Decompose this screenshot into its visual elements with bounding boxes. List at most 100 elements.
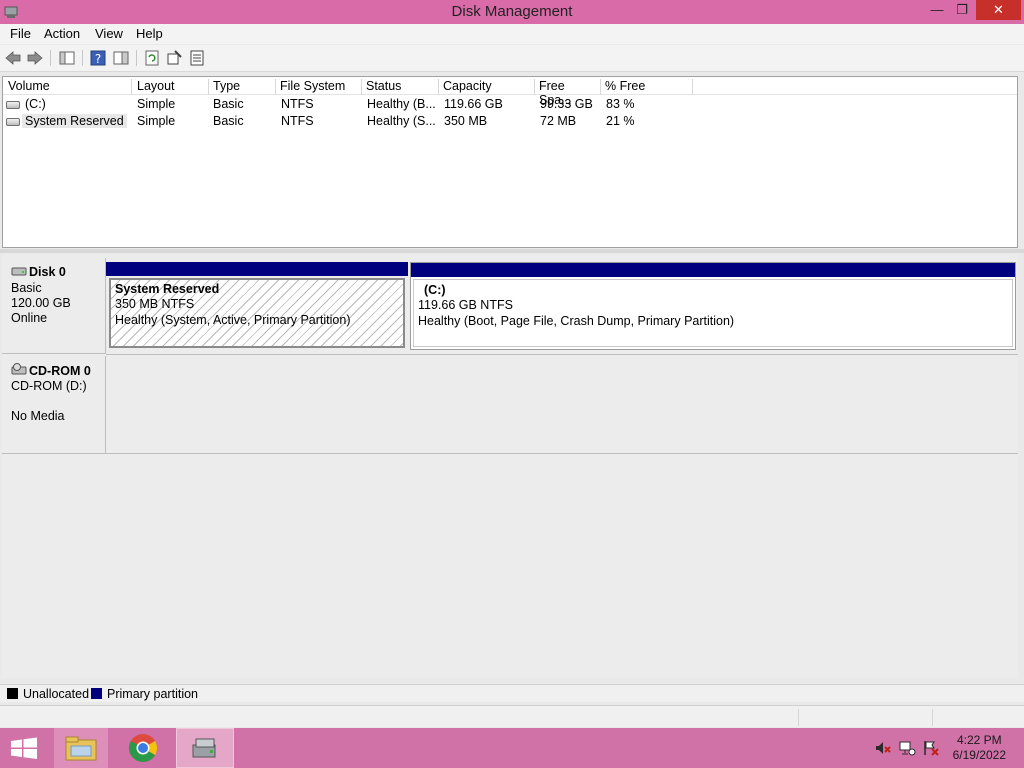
window-title: Disk Management bbox=[451, 3, 573, 20]
status-bar-panel bbox=[798, 709, 932, 726]
volume-row[interactable]: System Reserved Simple Basic NTFS Health… bbox=[3, 113, 1017, 130]
clock-time: 4:22 PM bbox=[956, 733, 1002, 747]
column-header-type[interactable]: Type bbox=[209, 79, 276, 95]
legend-primary-partition: Primary partition bbox=[107, 687, 198, 701]
clock-date: 6/19/2022 bbox=[952, 748, 1006, 762]
menu-file[interactable]: File bbox=[10, 26, 31, 41]
refresh-icon[interactable] bbox=[143, 49, 161, 67]
volume-list: Volume Layout Type File System Status Ca… bbox=[2, 76, 1018, 248]
folder-icon bbox=[65, 736, 97, 761]
volume-status: Healthy (B... bbox=[367, 97, 436, 111]
volume-name: (C:) bbox=[25, 97, 46, 111]
primary-partition-bar bbox=[411, 263, 1015, 277]
column-header-status[interactable]: Status bbox=[362, 79, 439, 95]
restore-button[interactable]: ❐ bbox=[950, 0, 974, 20]
disk-type: CD-ROM (D:) bbox=[11, 379, 87, 393]
partition-status: Healthy (Boot, Page File, Crash Dump, Pr… bbox=[418, 314, 735, 328]
volume-layout: Simple bbox=[137, 97, 176, 111]
chrome-icon bbox=[129, 734, 157, 762]
menu-action[interactable]: Action bbox=[44, 26, 80, 41]
column-header-volume[interactable]: Volume bbox=[4, 79, 132, 95]
menu-help[interactable]: Help bbox=[136, 26, 163, 41]
taskbar-clock[interactable]: 4:22 PM 6/19/2022 bbox=[953, 733, 1006, 763]
partition-status: Healthy (System, Active, Primary Partiti… bbox=[115, 313, 351, 327]
partition-system-reserved[interactable]: System Reserved 350 MB NTFS Healthy (Sys… bbox=[106, 262, 408, 350]
partition-body: (C:) 119.66 GB NTFS Healthy (Boot, Page … bbox=[413, 279, 1013, 347]
export-list-icon[interactable] bbox=[188, 49, 206, 67]
primary-partition-bar bbox=[106, 262, 408, 276]
disk-size: 120.00 GB bbox=[11, 296, 71, 310]
column-header-capacity[interactable]: Capacity bbox=[439, 79, 535, 95]
forward-arrow-icon[interactable] bbox=[26, 49, 44, 67]
disk-name: CD-ROM 0 bbox=[29, 364, 91, 378]
volume-capacity: 119.66 GB bbox=[444, 97, 503, 111]
volume-free-space: 99.33 GB bbox=[540, 97, 593, 111]
action-center-flag-icon[interactable] bbox=[922, 740, 940, 756]
column-header-layout[interactable]: Layout bbox=[133, 79, 209, 95]
status-bar-panel bbox=[932, 709, 1022, 726]
status-bar bbox=[0, 705, 1024, 727]
menu-bar: File Action View Help bbox=[0, 24, 1024, 44]
volume-layout: Simple bbox=[137, 114, 176, 128]
cdrom-0-label[interactable]: CD-ROM 0 CD-ROM (D:) No Media bbox=[2, 356, 106, 454]
back-arrow-icon[interactable] bbox=[4, 49, 22, 67]
menu-view[interactable]: View bbox=[95, 26, 123, 41]
pane-splitter[interactable] bbox=[0, 249, 1024, 253]
show-hide-console-tree-icon[interactable] bbox=[58, 49, 76, 67]
column-header-file-system[interactable]: File System bbox=[276, 79, 362, 95]
primary-partition-swatch bbox=[91, 688, 102, 699]
volume-row[interactable]: (C:) Simple Basic NTFS Healthy (B... 119… bbox=[3, 96, 1017, 113]
svg-text:?: ? bbox=[95, 52, 101, 66]
toolbar-separator bbox=[136, 50, 137, 66]
partition-name: (C:) bbox=[424, 283, 446, 297]
partition-c-drive[interactable]: (C:) 119.66 GB NTFS Healthy (Boot, Page … bbox=[410, 262, 1016, 350]
volume-list-header: Volume Layout Type File System Status Ca… bbox=[3, 77, 1017, 107]
volume-free-space: 72 MB bbox=[540, 114, 577, 128]
drive-icon bbox=[6, 118, 20, 126]
disk-management-icon bbox=[192, 738, 216, 758]
minimize-button[interactable]: — bbox=[926, 0, 948, 20]
volume-percent-free: 21 % bbox=[606, 114, 635, 128]
file-explorer-taskbar-button[interactable] bbox=[54, 728, 108, 768]
volume-type: Basic bbox=[213, 97, 244, 111]
properties-icon[interactable] bbox=[165, 49, 183, 67]
toolbar-separator bbox=[82, 50, 83, 66]
partition-size: 119.66 GB NTFS bbox=[418, 298, 513, 312]
start-button-windows-icon[interactable] bbox=[8, 728, 40, 768]
disk-management-taskbar-button[interactable] bbox=[176, 728, 234, 768]
cdrom-0-area[interactable] bbox=[106, 354, 1018, 454]
network-icon[interactable] bbox=[898, 740, 916, 756]
partition-name: System Reserved bbox=[115, 282, 220, 296]
disk-0-label[interactable]: Disk 0 Basic 120.00 GB Online bbox=[2, 258, 106, 354]
chrome-taskbar-button[interactable] bbox=[116, 728, 170, 768]
cd-drive-icon bbox=[11, 363, 27, 375]
toolbar: ? bbox=[0, 45, 1024, 72]
volume-file-system: NTFS bbox=[281, 114, 314, 128]
title-bar: Disk Management — ❐ ✕ bbox=[0, 0, 1024, 24]
disk-icon bbox=[11, 267, 27, 276]
volume-name: System Reserved bbox=[22, 114, 127, 128]
column-header-free-space[interactable]: Free Spa... bbox=[535, 79, 601, 107]
volume-file-system: NTFS bbox=[281, 97, 314, 111]
volume-percent-free: 83 % bbox=[606, 97, 635, 111]
unallocated-swatch bbox=[7, 688, 18, 699]
show-hide-action-pane-icon[interactable] bbox=[112, 49, 130, 67]
disk-state: No Media bbox=[11, 409, 65, 423]
drive-icon bbox=[6, 101, 20, 109]
partition-body: System Reserved 350 MB NTFS Healthy (Sys… bbox=[109, 278, 405, 348]
column-header-percent-free[interactable]: % Free bbox=[601, 79, 693, 95]
taskbar: 4:22 PM 6/19/2022 bbox=[0, 728, 1024, 768]
disk-type: Basic bbox=[11, 281, 42, 295]
partition-size: 350 MB NTFS bbox=[115, 297, 195, 311]
toolbar-separator bbox=[50, 50, 51, 66]
volume-type: Basic bbox=[213, 114, 244, 128]
disk-state: Online bbox=[11, 311, 48, 325]
legend: Unallocated Primary partition bbox=[0, 684, 1024, 702]
volume-capacity: 350 MB bbox=[444, 114, 488, 128]
volume-status: Healthy (S... bbox=[367, 114, 436, 128]
legend-unallocated: Unallocated bbox=[23, 687, 90, 701]
disk-name: Disk 0 bbox=[29, 265, 66, 279]
help-icon[interactable]: ? bbox=[89, 49, 107, 67]
speaker-muted-icon[interactable] bbox=[874, 740, 892, 756]
close-button[interactable]: ✕ bbox=[976, 0, 1021, 20]
